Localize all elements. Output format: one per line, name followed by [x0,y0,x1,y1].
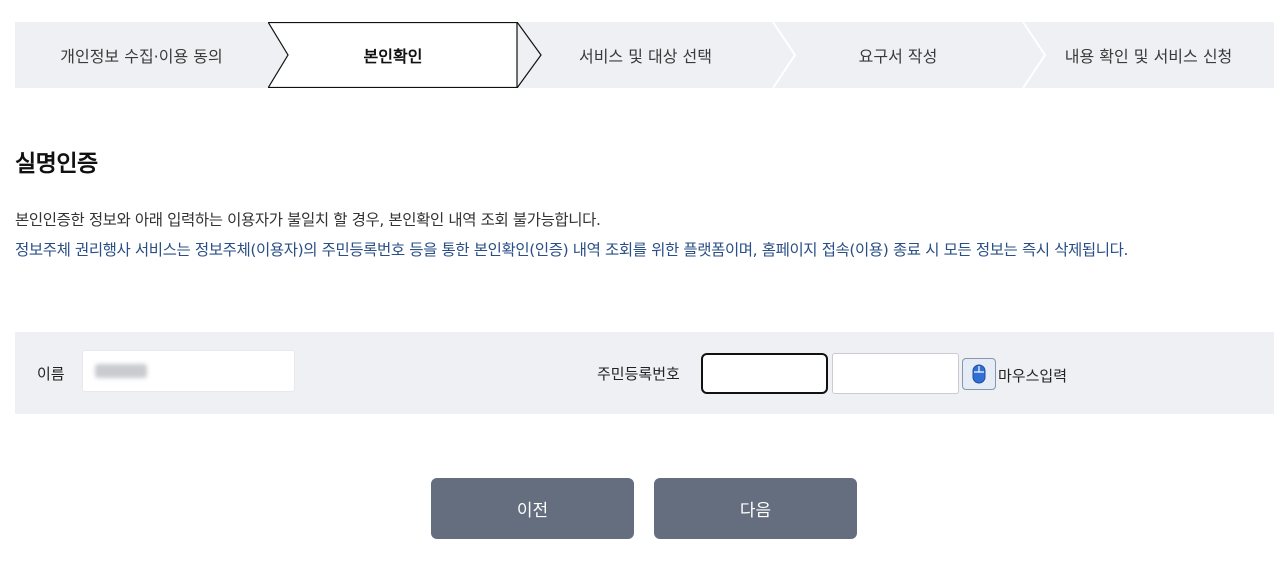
page-title: 실명인증 [15,151,98,177]
step-label: 내용 확인 및 서비스 신청 [1064,47,1233,66]
prev-button[interactable]: 이전 [431,478,634,539]
step-label: 개인정보 수집·이용 동의 [60,47,223,66]
step-confirm-apply: 내용 확인 및 서비스 신청 [1023,22,1274,88]
step-identity-verification: 본인확인 [268,22,518,88]
identity-form: 이름 주민등록번호 마우스입력 [15,332,1274,414]
rrn-back-input[interactable] [832,353,959,394]
notice-description: 본인인증한 정보와 아래 입력하는 이용자가 불일치 할 경우, 본인확인 내역… [15,205,1277,265]
next-button[interactable]: 다음 [654,478,857,539]
step-request-form: 요구서 작성 [773,22,1023,88]
notice-line: 본인인증한 정보와 아래 입력하는 이용자가 불일치 할 경우, 본인확인 내역… [15,211,601,229]
progress-stepper: 개인정보 수집·이용 동의 본인확인 서비스 및 대상 선택 요구서 작성 내용… [15,22,1274,88]
name-input[interactable] [82,350,295,392]
privacy-notice-line: 정보주체 권리행사 서비스는 정보주체(이용자)의 주민등록번호 등을 통한 본… [15,241,1129,259]
name-label: 이름 [37,365,65,383]
rrn-label: 주민등록번호 [597,365,680,383]
step-service-select: 서비스 및 대상 선택 [518,22,773,88]
mouse-input-button[interactable] [962,358,996,390]
step-label: 요구서 작성 [858,47,938,66]
mouse-icon [972,364,986,384]
name-value-blurred [95,364,147,378]
step-label: 서비스 및 대상 선택 [578,47,713,66]
mouse-input-label: 마우스입력 [998,367,1068,385]
rrn-front-input[interactable] [701,353,828,394]
step-label: 본인확인 [363,47,423,66]
step-privacy-consent: 개인정보 수집·이용 동의 [15,22,268,88]
